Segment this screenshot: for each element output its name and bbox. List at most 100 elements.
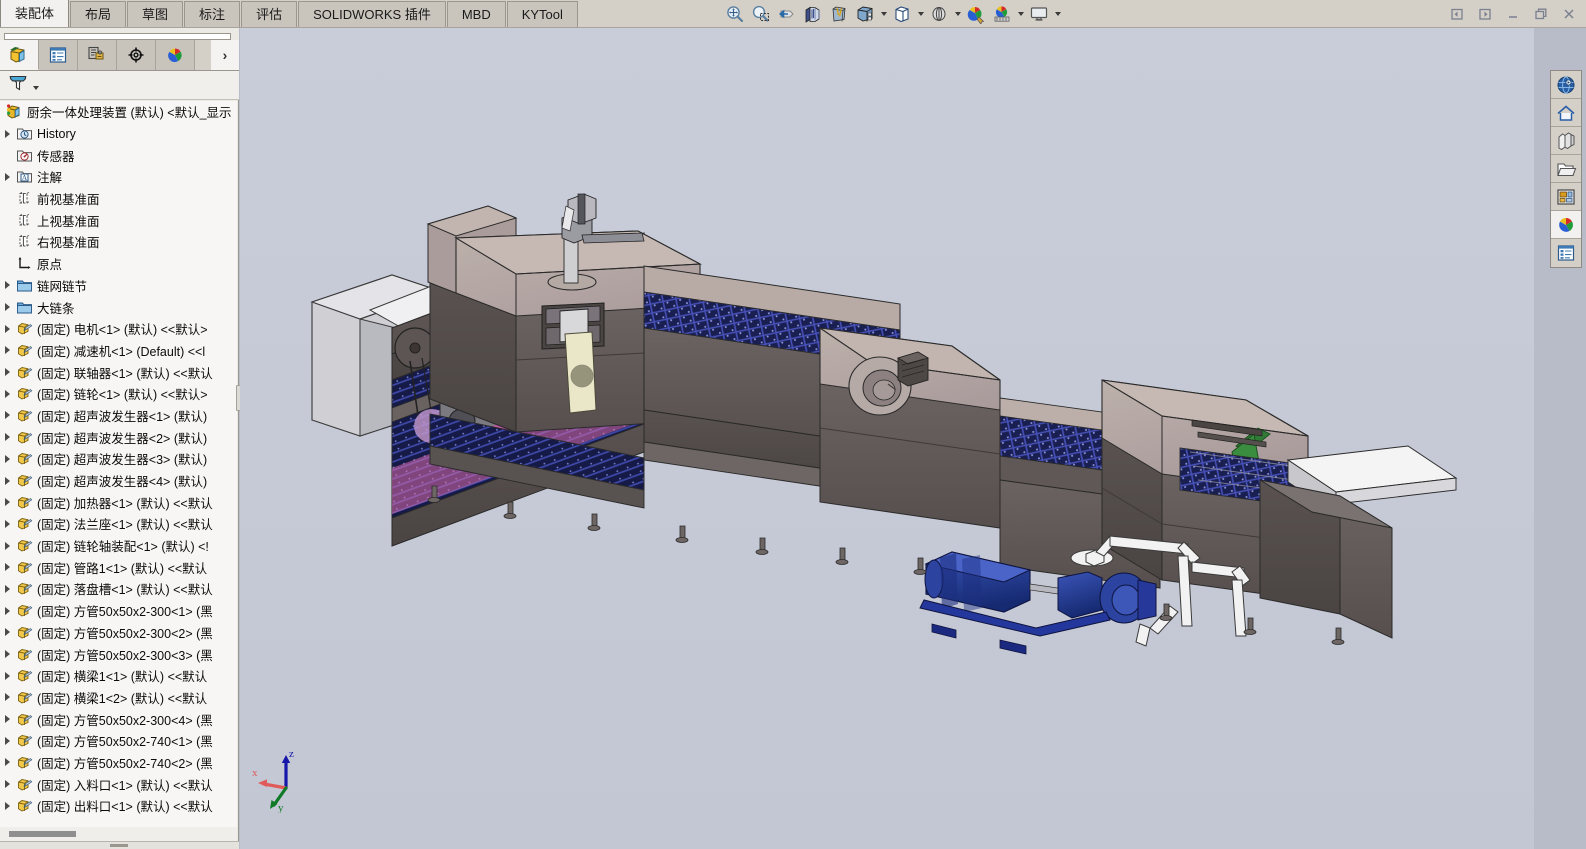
- ribbon-tab-7[interactable]: KYTool: [506, 1, 578, 27]
- tree-item[interactable]: (固定) 加热器<1> (默认) <<默认: [0, 491, 237, 513]
- tree-item[interactable]: (固定) 超声波发生器<4> (默认): [0, 470, 237, 492]
- tree-expand-arrow[interactable]: [0, 513, 14, 535]
- tree-expand-arrow[interactable]: [0, 752, 14, 774]
- edit-appearance-icon[interactable]: [926, 1, 952, 27]
- scrollbar-thumb[interactable]: [9, 831, 76, 837]
- tree-item[interactable]: (固定) 电机<1> (默认) <<默认>: [0, 318, 237, 340]
- open-folder-icon[interactable]: [1551, 155, 1581, 183]
- tree-expand-arrow[interactable]: [0, 318, 14, 340]
- tree-expand-arrow[interactable]: [0, 578, 14, 600]
- tree-expand-arrow[interactable]: [0, 275, 14, 297]
- tree-item[interactable]: (固定) 超声波发生器<1> (默认): [0, 405, 237, 427]
- expand-panel-arrow[interactable]: ›: [211, 40, 239, 70]
- tree-item[interactable]: (固定) 超声波发生器<3> (默认): [0, 448, 237, 470]
- tree-item[interactable]: (固定) 超声波发生器<2> (默认): [0, 426, 237, 448]
- view-settings-caret-icon[interactable]: [1015, 1, 1026, 27]
- tree-item[interactable]: History: [0, 123, 237, 145]
- tree-expand-arrow[interactable]: [0, 296, 14, 318]
- tree-expand-arrow[interactable]: [0, 535, 14, 557]
- tree-item[interactable]: 上视基准面: [0, 209, 237, 231]
- tree-item[interactable]: 原点: [0, 253, 237, 275]
- tree-item[interactable]: (固定) 方管50x50x2-300<3> (黑: [0, 643, 237, 665]
- display-style-icon[interactable]: [852, 1, 878, 27]
- tree-expand-arrow[interactable]: [0, 405, 14, 427]
- hide-show-caret-icon[interactable]: [915, 1, 926, 27]
- display-manager-tab[interactable]: [156, 40, 195, 70]
- tree-item[interactable]: (固定) 横梁1<1> (默认) <<默认: [0, 665, 237, 687]
- filter-caret-icon[interactable]: [33, 86, 39, 90]
- tree-expand-arrow[interactable]: [0, 340, 14, 362]
- ribbon-tab-0[interactable]: 装配体: [0, 0, 70, 27]
- tree-expand-arrow[interactable]: [0, 773, 14, 795]
- zoom-to-fit-icon[interactable]: [722, 1, 748, 27]
- tree-expand-arrow[interactable]: [0, 470, 14, 492]
- tree-item[interactable]: (固定) 方管50x50x2-300<4> (黑: [0, 708, 237, 730]
- tree-item[interactable]: (固定) 方管50x50x2-300<1> (黑: [0, 600, 237, 622]
- ribbon-tab-6[interactable]: MBD: [446, 1, 506, 27]
- tree-item[interactable]: (固定) 链轮<1> (默认) <<默认>: [0, 383, 237, 405]
- zoom-to-area-icon[interactable]: [748, 1, 774, 27]
- display-style-caret-icon[interactable]: [878, 1, 889, 27]
- tree-expand-arrow[interactable]: [0, 730, 14, 752]
- tree-item[interactable]: (固定) 减速机<1> (Default) <<l: [0, 340, 237, 362]
- property-manager-tab[interactable]: [39, 40, 78, 70]
- tree-item[interactable]: 前视基准面: [0, 188, 237, 210]
- tree-expand-arrow[interactable]: [0, 622, 14, 644]
- panel-bottom-splitter[interactable]: [0, 841, 239, 849]
- tree-item[interactable]: 大链条: [0, 296, 237, 318]
- file-explorer-library-icon[interactable]: [1551, 127, 1581, 155]
- section-view-icon[interactable]: [800, 1, 826, 27]
- tree-expand-arrow[interactable]: [0, 556, 14, 578]
- tree-horizontal-scrollbar[interactable]: [0, 827, 237, 841]
- tree-item[interactable]: 链网链节: [0, 275, 237, 297]
- restore-right-icon[interactable]: [1472, 1, 1498, 27]
- tree-item[interactable]: (固定) 管路1<1> (默认) <<默认: [0, 556, 237, 578]
- tree-expand-arrow[interactable]: [0, 687, 14, 709]
- viewport-caret-icon[interactable]: [1052, 1, 1063, 27]
- appearances-scenes-icon[interactable]: [1551, 211, 1581, 239]
- feature-tree[interactable]: 厨余一体处理装置 (默认) <默认_显示 History 传感器 A 注解 前视基准面 上视…: [0, 101, 237, 848]
- tree-item[interactable]: 右视基准面: [0, 231, 237, 253]
- tree-expand-arrow[interactable]: [0, 665, 14, 687]
- tree-expand-arrow[interactable]: [0, 123, 14, 145]
- custom-properties-icon[interactable]: [1551, 239, 1581, 267]
- tree-item[interactable]: (固定) 方管50x50x2-300<2> (黑: [0, 622, 237, 644]
- tree-expand-arrow[interactable]: [0, 426, 14, 448]
- close-icon[interactable]: [1556, 1, 1582, 27]
- ribbon-tab-1[interactable]: 布局: [70, 1, 127, 27]
- edit-appearance-caret-icon[interactable]: [952, 1, 963, 27]
- tree-expand-arrow[interactable]: [0, 166, 14, 188]
- tree-expand-arrow[interactable]: [0, 383, 14, 405]
- tree-item[interactable]: (固定) 入料口<1> (默认) <<默认: [0, 773, 237, 795]
- restore-left-icon[interactable]: [1444, 1, 1470, 27]
- maximize-icon[interactable]: [1528, 1, 1554, 27]
- ribbon-tab-5[interactable]: SOLIDWORKS 插件: [298, 1, 446, 27]
- configuration-manager-tab[interactable]: [78, 40, 117, 70]
- design-library-home-icon[interactable]: [1551, 99, 1581, 127]
- previous-view-icon[interactable]: [774, 1, 800, 27]
- tree-item[interactable]: A 注解: [0, 166, 237, 188]
- view-settings-icon[interactable]: [989, 1, 1015, 27]
- tree-item[interactable]: 传感器: [0, 144, 237, 166]
- tree-item[interactable]: (固定) 链轮轴装配<1> (默认) <!: [0, 535, 237, 557]
- tree-item[interactable]: (固定) 法兰座<1> (默认) <<默认: [0, 513, 237, 535]
- solidworks-resources-icon[interactable]: [1551, 71, 1581, 99]
- ribbon-tab-4[interactable]: 评估: [241, 1, 298, 27]
- graphics-viewport[interactable]: z x y: [240, 28, 1534, 849]
- feature-manager-tab[interactable]: [0, 40, 39, 70]
- viewport-icon[interactable]: [1026, 1, 1052, 27]
- tree-item[interactable]: (固定) 落盘槽<1> (默认) <<默认: [0, 578, 237, 600]
- tree-expand-arrow[interactable]: [0, 600, 14, 622]
- tree-expand-arrow[interactable]: [0, 491, 14, 513]
- view-palette-icon[interactable]: [1551, 183, 1581, 211]
- dimxpert-manager-tab[interactable]: [117, 40, 156, 70]
- ribbon-tab-3[interactable]: 标注: [184, 1, 241, 27]
- tree-item[interactable]: (固定) 方管50x50x2-740<1> (黑: [0, 730, 237, 752]
- tree-item[interactable]: (固定) 方管50x50x2-740<2> (黑: [0, 752, 237, 774]
- tree-expand-arrow[interactable]: [0, 643, 14, 665]
- filter-icon[interactable]: [7, 72, 29, 99]
- tree-item[interactable]: (固定) 横梁1<2> (默认) <<默认: [0, 687, 237, 709]
- tree-root-item[interactable]: 厨余一体处理装置 (默认) <默认_显示: [0, 101, 237, 123]
- tree-expand-arrow[interactable]: [0, 708, 14, 730]
- apply-scene-icon[interactable]: [963, 1, 989, 27]
